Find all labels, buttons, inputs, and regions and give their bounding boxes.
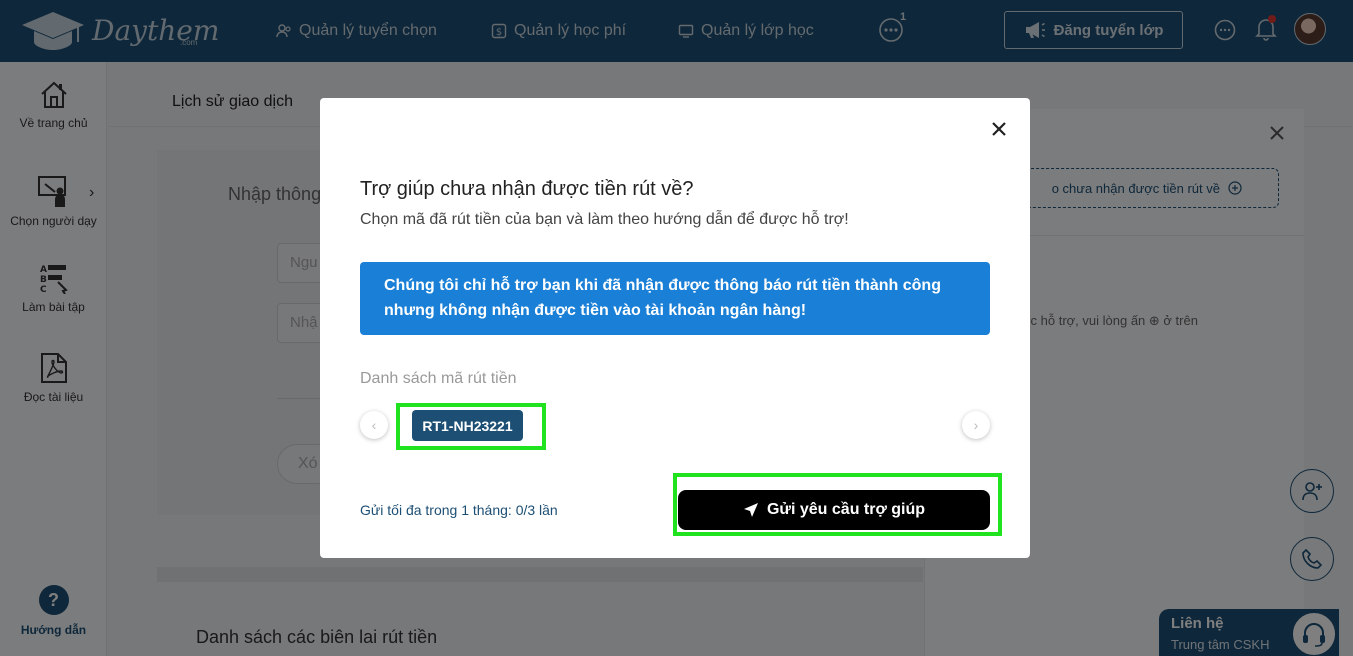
send-button-label: Gửi yêu cầu trợ giúp bbox=[766, 501, 926, 518]
send-help-request-button[interactable]: Gửi yêu cầu trợ giúp bbox=[678, 490, 990, 530]
chevron-right-icon: › bbox=[973, 417, 979, 433]
withdraw-code-chip[interactable]: RT1-NH23221 bbox=[412, 410, 523, 441]
chevron-left-icon: ‹ bbox=[371, 417, 377, 433]
modal-subtitle: Chọn mã đã rút tiền của bạn và làm theo … bbox=[360, 211, 849, 228]
close-icon bbox=[992, 122, 1006, 136]
prev-button[interactable]: ‹ bbox=[360, 411, 388, 439]
send-limit-text: Gửi tối đa trong 1 tháng: 0/3 lần bbox=[360, 502, 558, 518]
modal-title: Trợ giúp chưa nhận được tiền rút về? bbox=[360, 178, 694, 200]
withdraw-help-modal: Trợ giúp chưa nhận được tiền rút về? Chọ… bbox=[320, 98, 1030, 558]
info-notice: Chúng tôi chỉ hỗ trợ bạn khi đã nhận đượ… bbox=[360, 262, 990, 335]
code-list-label: Danh sách mã rút tiền bbox=[360, 370, 517, 387]
send-icon bbox=[743, 503, 758, 517]
close-button[interactable] bbox=[988, 118, 1010, 140]
next-button[interactable]: › bbox=[962, 411, 990, 439]
